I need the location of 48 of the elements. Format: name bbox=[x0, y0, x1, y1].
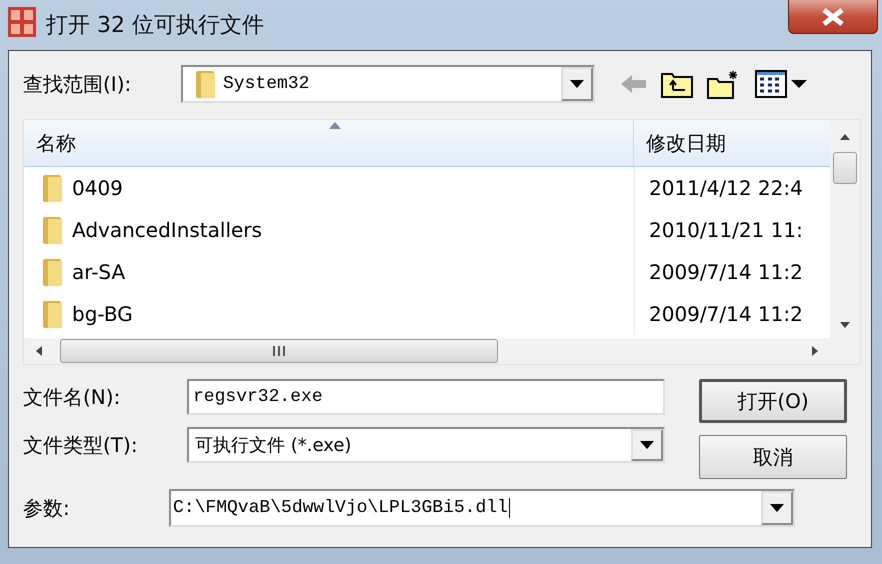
parameters-value: C:\FMQvaB\5dwwlVjo\LPL3GBi5.dll bbox=[172, 498, 511, 518]
caret-icon bbox=[640, 441, 654, 449]
look-in-label: 查找范围(I): bbox=[23, 70, 132, 98]
scroll-thumb[interactable] bbox=[60, 339, 498, 363]
file-name-cell[interactable]: ar-SA bbox=[24, 257, 634, 287]
date-cell: 2009/7/14 11:2 bbox=[634, 293, 803, 335]
folder-icon bbox=[42, 299, 64, 329]
parameters-label: 参数: bbox=[23, 494, 71, 522]
file-name-cell[interactable]: AdvancedInstallers bbox=[24, 215, 634, 245]
file-name-cell[interactable]: 0409 bbox=[24, 173, 634, 203]
grip-icon bbox=[272, 346, 286, 356]
caret-icon bbox=[770, 504, 784, 512]
date-cell: 2010/11/21 11: bbox=[634, 209, 803, 251]
file-name-cell[interactable]: bg-BG bbox=[24, 299, 634, 329]
folder-icon bbox=[42, 257, 64, 287]
open-button[interactable]: 打开(O) bbox=[699, 379, 847, 423]
date-cell: 2009/7/14 11:2 bbox=[634, 251, 803, 293]
date-cell: 2011/4/12 22:4 bbox=[634, 167, 803, 209]
look-in-value: System32 bbox=[222, 74, 310, 94]
folder-icon bbox=[195, 69, 217, 99]
file-type-label: 文件类型(T): bbox=[23, 432, 139, 458]
file-name-label: 文件名(N): bbox=[23, 384, 122, 410]
dropdown-button[interactable] bbox=[631, 429, 663, 461]
file-name-field[interactable]: regsvr32.exe bbox=[187, 379, 665, 415]
scroll-left-icon bbox=[36, 346, 42, 356]
dropdown-button[interactable] bbox=[561, 67, 593, 101]
vertical-scrollbar[interactable] bbox=[830, 120, 860, 338]
file-type-dropdown[interactable]: 可执行文件 (*.exe) bbox=[187, 427, 665, 463]
scroll-right-icon bbox=[812, 346, 818, 356]
caret-icon bbox=[570, 80, 584, 88]
horizontal-scrollbar[interactable] bbox=[24, 338, 860, 364]
parameters-dropdown[interactable]: C:\FMQvaB\5dwwlVjo\LPL3GBi5.dll bbox=[169, 489, 795, 527]
app-seal-icon bbox=[8, 7, 36, 37]
cancel-button[interactable]: 取消 bbox=[699, 435, 847, 479]
close-button[interactable] bbox=[788, 0, 878, 34]
look-in-dropdown[interactable]: System32 bbox=[181, 65, 595, 103]
dropdown-button[interactable] bbox=[761, 491, 793, 525]
sort-arrow-icon bbox=[328, 122, 340, 129]
close-icon bbox=[821, 8, 845, 26]
folder-icon bbox=[42, 173, 64, 203]
column-header[interactable]: 名称 bbox=[24, 120, 634, 166]
window-title: 打开 32 位可执行文件 bbox=[46, 12, 265, 40]
file-type-value: 可执行文件 (*.exe) bbox=[194, 434, 352, 457]
folder-icon bbox=[42, 215, 64, 245]
up-folder-icon[interactable] bbox=[661, 70, 693, 98]
scroll-up-icon bbox=[840, 134, 850, 140]
scroll-down-icon bbox=[840, 322, 850, 328]
scroll-thumb[interactable] bbox=[833, 152, 857, 184]
